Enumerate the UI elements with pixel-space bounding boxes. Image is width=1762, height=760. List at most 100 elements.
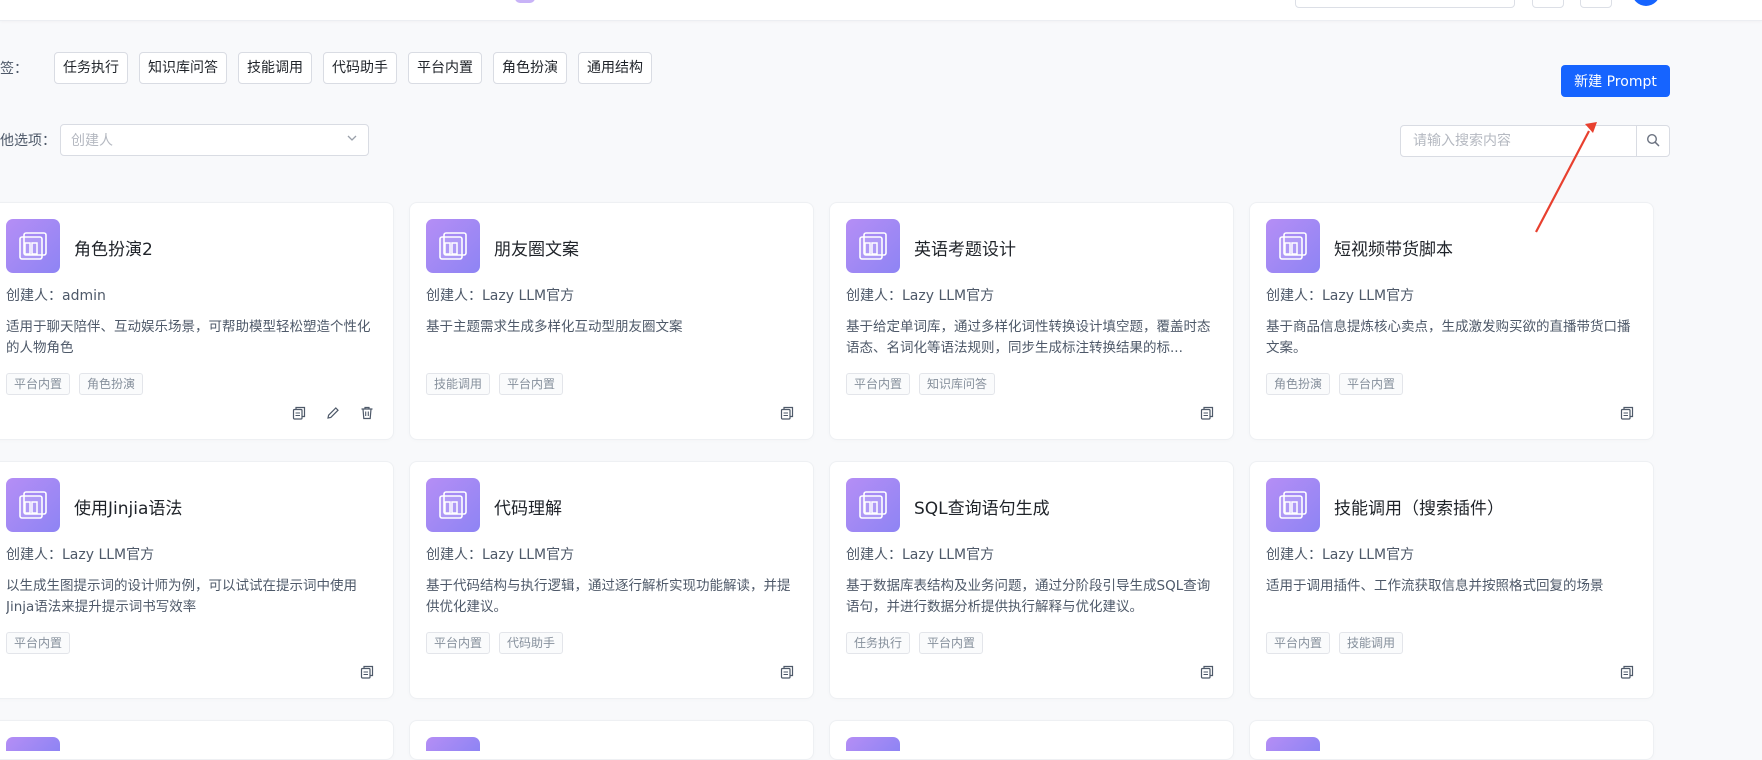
new-prompt-button[interactable]: 新建 Prompt [1561,65,1670,97]
document-stack-icon [846,478,900,532]
tag-filter-general-structure[interactable]: 通用结构 [578,52,652,84]
card-title: 短视频带货脚本 [1334,240,1453,260]
card-title: 朋友圈文案 [494,240,579,260]
document-stack-icon [1266,478,1320,532]
search-button[interactable] [1636,126,1669,156]
card-creator: 创建人：Lazy LLM官方 [426,547,575,563]
prompt-card[interactable]: SQL查询语句生成创建人：Lazy LLM官方基于数据库表结构及业务问题，通过分… [829,461,1234,699]
app-logo-icon[interactable] [515,0,535,3]
tag-filter-code-assistant[interactable]: 代码助手 [323,52,397,84]
creator-select-placeholder: 创建人 [71,133,113,149]
prompt-card-partial[interactable] [829,720,1234,760]
card-creator: 创建人：admin [6,288,106,304]
card-tags: 技能调用 平台内置 [426,373,572,395]
tag-filter-knowledge-qa[interactable]: 知识库问答 [139,52,227,84]
other-options-row: 他选项： 创建人 [0,124,369,156]
card-title: 角色扮演2 [74,240,153,260]
card-tag: 平台内置 [1339,373,1404,395]
document-stack-icon [6,478,60,532]
tag-filter-skill-call[interactable]: 技能调用 [238,52,312,84]
card-actions [1183,403,1217,423]
card-creator: 创建人：Lazy LLM官方 [426,288,575,304]
prompt-card-partial[interactable] [0,720,394,760]
card-tag: 平台内置 [499,373,564,395]
copy-icon[interactable] [777,403,797,423]
document-stack-icon [846,219,900,273]
card-tag: 知识库问答 [919,373,996,395]
toolbar-button[interactable] [1532,0,1564,8]
card-description: 基于商品信息提炼核心卖点，生成激发购买欲的直播带货口播文案。 [1266,319,1631,356]
card-tag: 平台内置 [6,632,71,654]
card-description: 基于数据库表结构及业务问题，通过分阶段引导生成SQL查询语句，并进行数据分析提供… [846,578,1211,615]
card-actions [763,403,797,423]
copy-icon[interactable] [1197,662,1217,682]
card-tags: 平台内置 角色扮演 [6,373,152,395]
trash-icon[interactable] [357,403,377,423]
tag-filter-platform-builtin[interactable]: 平台内置 [408,52,482,84]
document-stack-icon [426,737,480,751]
document-stack-icon [1266,219,1320,273]
copy-icon[interactable] [1617,403,1637,423]
prompt-card-partial[interactable] [1249,720,1654,760]
top-navigation-bar [0,0,1762,21]
card-title: 使用Jinjia语法 [74,499,183,519]
copy-icon[interactable] [1197,403,1217,423]
tag-filter-label: 签： [0,61,28,77]
document-stack-icon [846,737,900,751]
card-tag: 任务执行 [846,632,911,654]
card-title: 技能调用（搜索插件） [1334,499,1504,519]
tag-filter-task-execution[interactable]: 任务执行 [54,52,128,84]
global-search-input[interactable] [1295,0,1515,8]
copy-icon[interactable] [289,403,309,423]
card-actions [1183,662,1217,682]
card-actions [275,403,377,423]
card-title: SQL查询语句生成 [914,499,1050,519]
card-description: 适用于聊天陪伴、互动娱乐场景，可帮助模型轻松塑造个性化的人物角色 [6,319,371,356]
prompt-search-box [1400,125,1670,157]
prompt-card[interactable]: 英语考题设计创建人：Lazy LLM官方基于给定单词库，通过多样化词性转换设计填… [829,202,1234,440]
card-tags: 平台内置 技能调用 [1266,632,1412,654]
copy-icon[interactable] [777,662,797,682]
document-stack-icon [6,219,60,273]
creator-select[interactable]: 创建人 [60,124,369,156]
prompt-card[interactable]: 朋友圈文案 创建人：Lazy LLM官方 基于主题需求生成多样化互动型朋友圈文案 技能… [409,202,814,440]
card-tags: 平台内置 知识库问答 [846,373,1004,395]
card-actions [1603,403,1637,423]
prompt-card[interactable]: 使用Jinjia语法 创建人：Lazy LLM官方 以生成生图提示词的设计师为例，可… [0,461,394,699]
card-title: 代码理解 [494,499,562,519]
card-tag: 平台内置 [6,373,71,395]
prompt-card[interactable]: 短视频带货脚本创建人：Lazy LLM官方基于商品信息提炼核心卖点，生成激发购买… [1249,202,1654,440]
prompt-card[interactable]: 角色扮演2 创建人：admin 适用于聊天陪伴、互动娱乐场景，可帮助模型轻松塑造个性… [0,202,394,440]
card-tags: 平台内置 [6,632,79,654]
card-description: 基于代码结构与执行逻辑，通过逐行解析实现功能解读，并提供优化建议。 [426,578,791,615]
prompt-card[interactable]: 技能调用（搜索插件） 创建人：Lazy LLM官方 适用于调用插件、工作流获取信息并… [1249,461,1654,699]
other-options-label: 他选项： [0,133,56,149]
card-creator: 创建人：Lazy LLM官方 [1266,288,1415,304]
card-tag: 平台内置 [1266,632,1331,654]
copy-icon[interactable] [357,662,377,682]
tag-filter-row: 签： 任务执行 知识库问答 技能调用 代码助手 平台内置 角色扮演 通用结构 [0,51,663,85]
card-tag: 平台内置 [426,632,491,654]
card-creator: 创建人：Lazy LLM官方 [6,547,155,563]
card-tag: 角色扮演 [1266,373,1331,395]
card-tag: 平台内置 [846,373,911,395]
document-stack-icon [426,478,480,532]
card-creator: 创建人：Lazy LLM官方 [846,547,995,563]
card-description: 基于给定单词库，通过多样化词性转换设计填空题，覆盖时态语态、名词化等语法规则，同… [846,319,1211,356]
toolbar-button[interactable] [1580,0,1612,8]
chevron-down-icon [346,132,358,148]
document-stack-icon [1266,737,1320,751]
search-input[interactable] [1401,126,1636,156]
card-creator: 创建人：Lazy LLM官方 [846,288,995,304]
card-tags: 任务执行 平台内置 [846,632,992,654]
user-avatar[interactable] [1632,0,1660,6]
card-description: 适用于调用插件、工作流获取信息并按照格式回复的场景 [1266,578,1604,594]
search-icon [1646,132,1660,151]
card-title: 英语考题设计 [914,240,1016,260]
edit-pencil-icon[interactable] [323,403,343,423]
copy-icon[interactable] [1617,662,1637,682]
prompt-card-partial[interactable] [409,720,814,760]
tag-filter-role-play[interactable]: 角色扮演 [493,52,567,84]
prompt-card[interactable]: 代码理解创建人：Lazy LLM官方基于代码结构与执行逻辑，通过逐行解析实现功能… [409,461,814,699]
card-tag: 技能调用 [1339,632,1404,654]
